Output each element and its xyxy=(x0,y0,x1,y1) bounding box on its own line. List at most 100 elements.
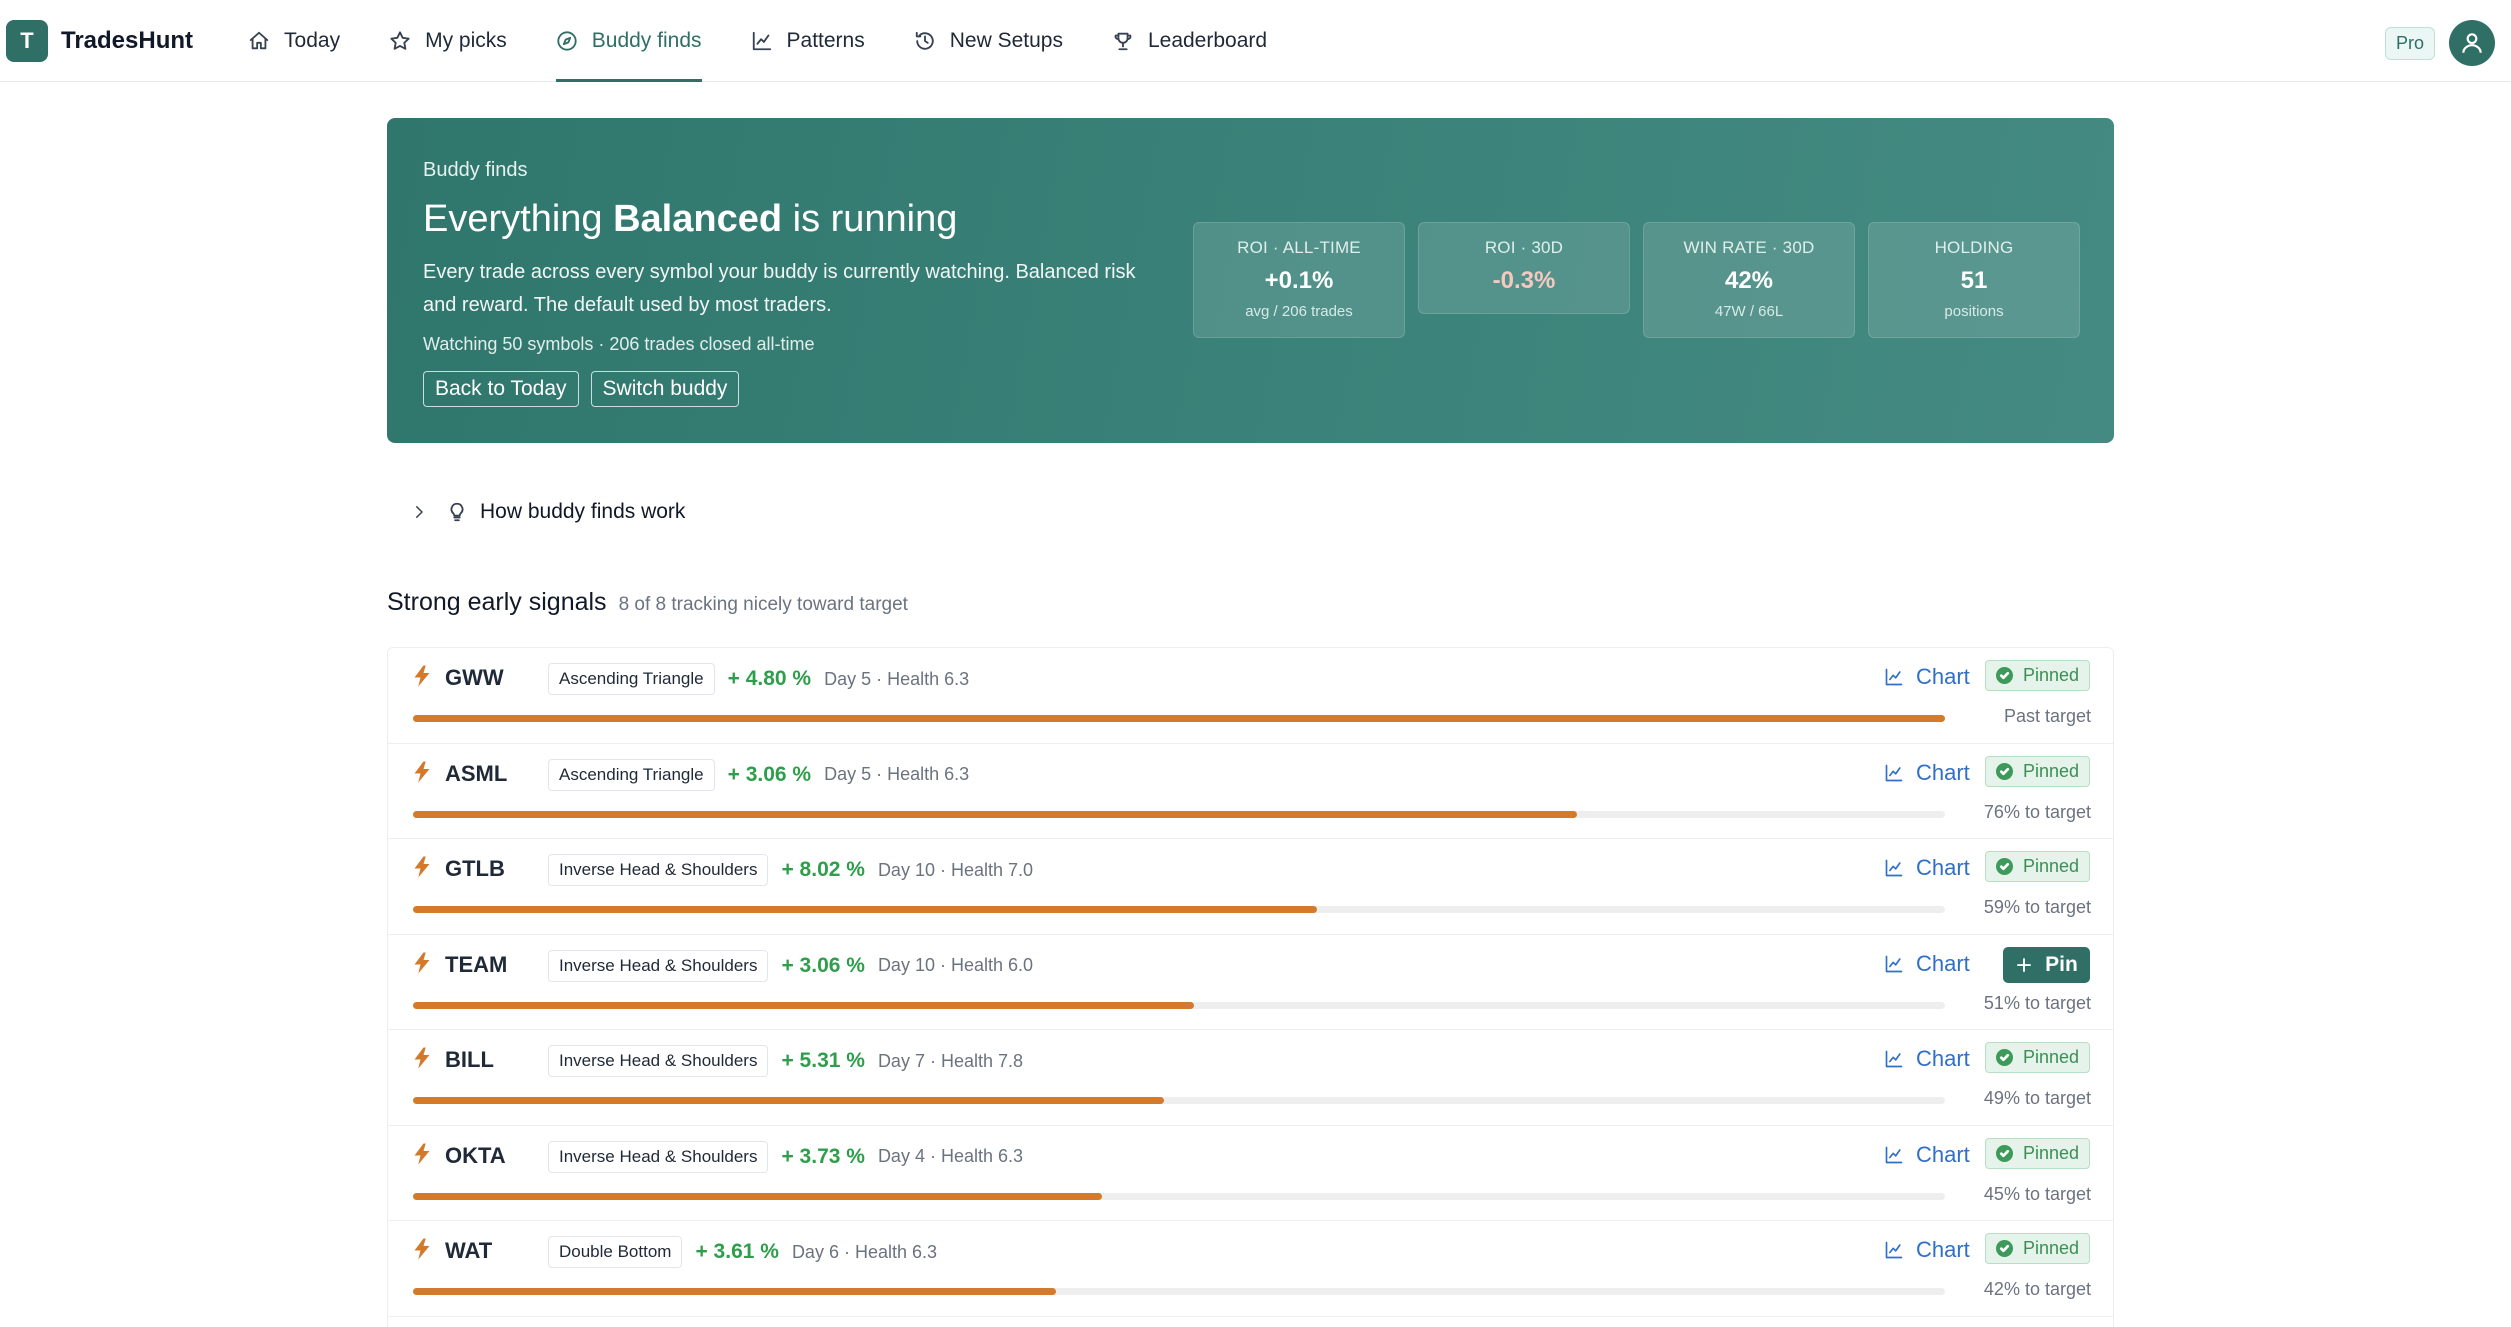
stat-label: ROI · 30D xyxy=(1484,238,1564,257)
nav-item-label: New Setups xyxy=(949,28,1063,52)
nav-items: Today My picks Buddy finds Patterns New … xyxy=(248,0,1316,82)
progress-fill xyxy=(413,906,1317,913)
pinned-label: Pinned xyxy=(2022,665,2080,685)
chart-link[interactable]: Chart xyxy=(1884,1142,1970,1168)
stat-sub: positions xyxy=(1944,303,2004,320)
nav-item-leaderboard[interactable]: Leaderboard xyxy=(1112,0,1267,82)
trophy-icon xyxy=(1114,32,1132,50)
chart-link[interactable]: Chart xyxy=(1884,664,1970,690)
price-change: + 3.61 % xyxy=(695,1240,779,1263)
lightning-bolt-icon xyxy=(413,1047,431,1069)
target-status: 45% to target xyxy=(1983,1183,2091,1204)
line-chart-icon xyxy=(1885,859,1903,877)
row-meta: Day 10 · Health 7.0 xyxy=(877,859,1034,880)
check-circle-icon xyxy=(1995,858,2013,875)
pinned-badge[interactable]: Pinned xyxy=(1985,660,2090,691)
lightning-bolt-icon xyxy=(413,665,431,687)
list-item: ASML Ascending Triangle + 3.06 % Day 5 ·… xyxy=(388,744,2113,839)
nav-item-patterns[interactable]: Patterns xyxy=(751,0,865,82)
price-change: + 4.80 % xyxy=(727,667,812,690)
target-status: 49% to target xyxy=(1983,1088,2091,1108)
row-meta: Day 5 · Health 6.3 xyxy=(824,668,970,689)
row-details: Inverse Head & Shoulders + 3.73 % Day 4 … xyxy=(548,1140,1024,1173)
nav-item-new-setups[interactable]: New Setups xyxy=(914,0,1063,82)
chart-link[interactable]: Chart xyxy=(1884,1237,1970,1263)
price-change: + 5.31 % xyxy=(781,1049,865,1072)
how-buddy-finds-work-toggle[interactable]: How buddy finds work xyxy=(410,500,685,524)
pinned-badge[interactable]: Pinned xyxy=(1985,1042,2090,1073)
nav-item-label: My picks xyxy=(425,28,507,52)
list-item: GTLB Inverse Head & Shoulders + 8.02 % D… xyxy=(388,839,2113,935)
pinned-badge[interactable]: Pinned xyxy=(1985,755,2090,787)
plus-icon xyxy=(2017,957,2032,972)
chart-link[interactable]: Chart xyxy=(1884,855,1970,881)
progress-bar xyxy=(413,715,1945,722)
pin-button[interactable]: Pin xyxy=(2003,946,2090,983)
nav-item-label: Patterns xyxy=(786,28,865,52)
line-chart-icon xyxy=(1885,668,1903,686)
nav-item-today[interactable]: Today xyxy=(248,0,340,82)
check-circle-icon xyxy=(1995,1240,2013,1257)
price-change: + 3.06 % xyxy=(781,953,865,977)
title-bold: Balanced xyxy=(613,198,783,240)
switch-buddy-button[interactable]: Switch buddy xyxy=(590,371,740,407)
target-status: 51% to target xyxy=(1983,992,2091,1013)
row-details: Inverse Head & Shoulders + 5.31 % Day 7 … xyxy=(548,1045,1023,1077)
home-icon xyxy=(249,31,269,49)
nav-right: Pro xyxy=(2384,20,2495,66)
star-icon xyxy=(390,30,410,50)
pro-badge[interactable]: Pro xyxy=(2384,26,2435,60)
nav-item-label: Leaderboard xyxy=(1147,28,1268,52)
pattern-tag: Ascending Triangle xyxy=(548,758,715,791)
progress-bar xyxy=(413,1001,1945,1009)
chart-label: Chart xyxy=(1916,664,1970,689)
pinned-badge[interactable]: Pinned xyxy=(1985,851,2090,882)
progress-bar xyxy=(413,1192,1945,1200)
nav-item-buddy-finds[interactable]: Buddy finds xyxy=(555,0,702,82)
ticker-symbol[interactable]: OKTA xyxy=(445,1143,506,1169)
stat-label: HOLDING xyxy=(1934,238,2014,257)
brand-logo: T xyxy=(6,19,48,62)
pinned-label: Pinned xyxy=(2022,1142,2080,1163)
pattern-tag: Inverse Head & Shoulders xyxy=(548,949,769,982)
ticker-symbol[interactable]: WAT xyxy=(445,1238,492,1264)
row-meta: Day 7 · Health 7.8 xyxy=(877,1050,1024,1071)
avatar[interactable] xyxy=(2449,20,2495,66)
chart-label: Chart xyxy=(1916,1046,1970,1071)
stat-sub: avg / 206 trades xyxy=(1245,303,1353,320)
ticker-symbol[interactable]: GWW xyxy=(445,665,504,691)
chart-link[interactable]: Chart xyxy=(1884,951,1970,977)
check-circle-icon xyxy=(1995,762,2013,780)
ticker-symbol[interactable]: ASML xyxy=(445,761,507,787)
list-item: TEAM Inverse Head & Shoulders + 3.06 % D… xyxy=(388,935,2113,1030)
nav-item-label: Buddy finds xyxy=(591,28,702,52)
line-chart-icon xyxy=(1885,764,1903,781)
progress-bar xyxy=(413,1097,1945,1104)
section-subtitle: 8 of 8 tracking nicely toward target xyxy=(618,594,908,615)
title-suffix: is running xyxy=(782,198,958,240)
back-to-today-button[interactable]: Back to Today xyxy=(423,371,579,407)
ticker-symbol[interactable]: GTLB xyxy=(445,856,505,882)
price-change: + 3.06 % xyxy=(727,762,812,786)
brand-name: TradesHunt xyxy=(61,26,194,54)
brand[interactable]: T TradesHunt xyxy=(6,19,194,62)
progress-bar xyxy=(413,1288,1945,1295)
pinned-badge[interactable]: Pinned xyxy=(1985,1137,2090,1169)
chart-link[interactable]: Chart xyxy=(1884,1046,1970,1072)
history-icon xyxy=(915,31,934,50)
ticker-symbol[interactable]: BILL xyxy=(445,1047,494,1073)
row-details: Inverse Head & Shoulders + 8.02 % Day 10… xyxy=(548,854,1033,886)
target-status: 59% to target xyxy=(1983,897,2091,917)
pattern-tag: Inverse Head & Shoulders xyxy=(548,1045,769,1077)
ticker-symbol[interactable]: TEAM xyxy=(445,952,507,978)
target-status: Past target xyxy=(2003,706,2091,726)
hero-kicker: Buddy finds xyxy=(423,159,528,181)
pattern-tag: Ascending Triangle xyxy=(548,663,715,695)
nav-item-my-picks[interactable]: My picks xyxy=(389,0,507,82)
chart-label: Chart xyxy=(1916,950,1970,976)
row-meta: Day 4 · Health 6.3 xyxy=(877,1146,1024,1166)
pinned-badge[interactable]: Pinned xyxy=(1985,1233,2090,1264)
chart-link[interactable]: Chart xyxy=(1884,760,1970,786)
lightning-bolt-icon xyxy=(413,856,431,878)
pattern-tag: Inverse Head & Shoulders xyxy=(548,854,769,886)
